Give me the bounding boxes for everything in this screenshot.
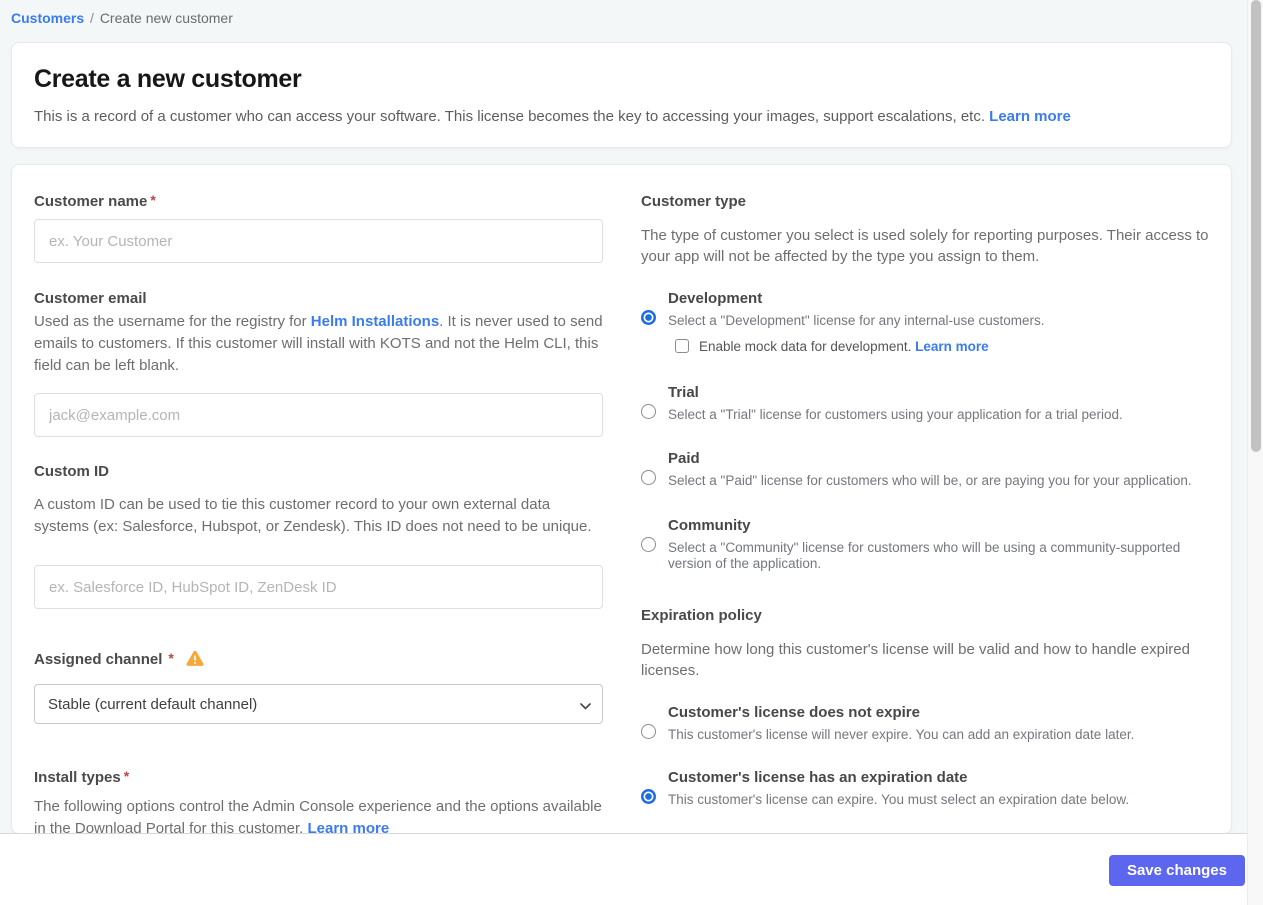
development-radio[interactable] — [641, 310, 656, 325]
customer-email-description: Used as the username for the registry fo… — [34, 313, 603, 374]
customer-type-heading: Customer type — [641, 193, 747, 210]
option-description: This customer's license can expire. You … — [668, 792, 1130, 807]
required-mark: * — [150, 192, 156, 208]
install-types-label: Install types — [34, 769, 121, 786]
expire-date-radio[interactable] — [641, 789, 656, 804]
option-description: Select a "Trial" license for customers u… — [668, 406, 1123, 422]
expiration-option-date: Customer's license has an expiration dat… — [641, 768, 1209, 809]
assigned-channel-select[interactable]: Stable (current default channel) — [34, 684, 603, 724]
customer-type-description: The type of customer you select is used … — [641, 227, 1209, 265]
assigned-channel-label: Assigned channel — [34, 651, 163, 668]
save-changes-button[interactable]: Save changes — [1108, 855, 1245, 886]
option-title: Development — [668, 290, 763, 307]
option-title: Customer's license has an expiration dat… — [668, 769, 968, 786]
expiration-option-never: Customer's license does not expire This … — [641, 703, 1209, 744]
customer-name-input[interactable] — [34, 219, 603, 263]
required-mark: * — [123, 768, 130, 784]
option-title: Paid — [668, 450, 700, 467]
scrollbar-track[interactable] — [1247, 0, 1263, 905]
customer-name-field: Customer name * — [34, 192, 603, 263]
option-description: This customer's license will never expir… — [668, 726, 1135, 742]
assigned-channel-select-wrap: Stable (current default channel) — [34, 684, 603, 724]
custom-id-input[interactable] — [34, 565, 603, 609]
helm-installations-link[interactable]: Helm Installations — [311, 313, 439, 330]
customer-email-label: Customer email — [34, 290, 147, 307]
required-mark: * — [168, 650, 174, 666]
customer-email-input[interactable] — [34, 393, 603, 437]
customer-type-option-trial: Trial Select a "Trial" license for custo… — [641, 383, 1209, 424]
install-types-field: Install types * The following options con… — [34, 768, 603, 833]
paid-radio[interactable] — [641, 470, 656, 485]
page-description: This is a record of a customer who can a… — [34, 108, 1071, 125]
customer-type-option-paid: Paid Select a "Paid" license for custome… — [641, 449, 1209, 490]
trial-radio[interactable] — [641, 403, 656, 419]
expiration-policy-heading: Expiration policy — [641, 606, 762, 624]
mock-data-row: Enable mock data for development. Learn … — [675, 339, 1209, 354]
custom-id-description: A custom ID can be used to tie this cust… — [34, 496, 592, 535]
customer-form-card: Customer name* Customer email Used as th… — [11, 164, 1232, 834]
mock-data-checkbox[interactable] — [675, 339, 689, 353]
customer-name-label: Customer name — [34, 193, 148, 210]
page-header-card: Create a new customer This is a record o… — [11, 42, 1232, 148]
assigned-channel-field: Assigned channel * Stable (current defaul… — [34, 650, 603, 724]
breadcrumb-customers-link[interactable]: Customers — [11, 10, 84, 26]
customer-type-option-community: Community Select a "Community" license f… — [641, 516, 1209, 573]
breadcrumb-current: Create new customer — [99, 10, 233, 26]
custom-id-label: Custom ID — [34, 463, 109, 480]
customer-type-option-development: Development Select a "Development" licen… — [641, 289, 1209, 354]
warning-icon — [186, 650, 204, 671]
no-expire-radio[interactable] — [641, 723, 656, 739]
option-description: Select a "Paid" license for customers wh… — [668, 473, 1192, 488]
breadcrumb: Customers / Create new customer — [0, 0, 1263, 26]
mock-data-learn-more-link[interactable]: Learn more — [915, 339, 989, 354]
install-types-description: The following options control the Admin … — [34, 796, 603, 833]
community-radio[interactable] — [641, 536, 656, 552]
footer-bar: Save changes — [0, 833, 1263, 905]
option-title: Trial — [668, 383, 699, 401]
header-learn-more-link[interactable]: Learn more — [989, 108, 1071, 125]
option-description: Select a "Community" license for custome… — [668, 539, 1181, 572]
option-title: Community — [668, 516, 751, 534]
custom-id-field: Custom ID A custom ID can be used to tie… — [34, 462, 603, 609]
expiration-policy-description: Determine how long this customer's licen… — [641, 640, 1190, 679]
page-title: Create a new customer — [34, 65, 302, 93]
scrollbar-thumb[interactable] — [1251, 0, 1261, 452]
form-right-column: Customer type The type of customer you s… — [641, 192, 1209, 809]
form-left-column: Customer name* Customer email Used as th… — [34, 192, 603, 833]
mock-data-label: Enable mock data for development. Learn … — [699, 338, 989, 354]
breadcrumb-separator: / — [90, 10, 94, 26]
install-types-learn-more-link[interactable]: Learn more — [307, 820, 389, 833]
option-title: Customer's license does not expire — [668, 703, 920, 721]
option-description: Select a "Development" license for any i… — [668, 313, 1045, 328]
customer-email-field: Customer email Used as the username for … — [34, 289, 603, 437]
